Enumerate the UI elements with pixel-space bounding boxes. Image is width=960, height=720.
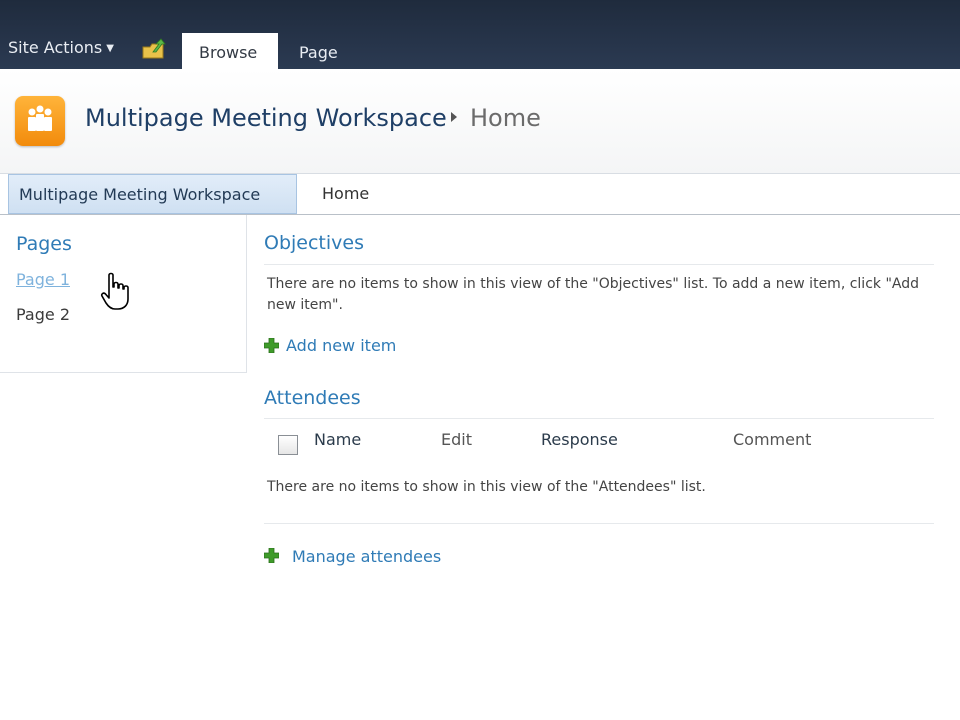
divider: [264, 264, 934, 265]
breadcrumb-arrow-icon: [451, 112, 457, 122]
divider: [264, 523, 934, 524]
plus-icon[interactable]: [264, 548, 279, 563]
objectives-title[interactable]: Objectives: [264, 232, 364, 254]
site-actions-menu[interactable]: Site Actions ▼: [8, 38, 114, 57]
pages-heading: Pages: [16, 233, 72, 255]
tab-page[interactable]: Page: [282, 33, 355, 69]
tab-page-label: Page: [299, 43, 338, 62]
page-title: Home: [470, 104, 541, 132]
top-link-bar: Multipage Meeting Workspace Home: [0, 173, 960, 215]
page-2-link[interactable]: Page 2: [16, 305, 70, 324]
site-logo-icon[interactable]: [15, 96, 65, 146]
tab-browse[interactable]: Browse: [182, 33, 278, 69]
page-1-link[interactable]: Page 1: [16, 270, 70, 289]
add-new-item-link[interactable]: Add new item: [286, 336, 396, 355]
ribbon: Site Actions ▼ Browse Page: [0, 0, 960, 69]
column-header-response[interactable]: Response: [541, 430, 618, 449]
column-header-edit: Edit: [441, 430, 472, 449]
attendees-empty-text: There are no items to show in this view …: [267, 479, 706, 495]
column-header-name[interactable]: Name: [314, 430, 361, 449]
navigate-up-icon[interactable]: [141, 38, 167, 60]
attendees-title[interactable]: Attendees: [264, 387, 361, 409]
manage-attendees-link[interactable]: Manage attendees: [292, 547, 441, 566]
site-title-link[interactable]: Multipage Meeting Workspace: [85, 104, 447, 132]
select-all-checkbox[interactable]: [278, 435, 298, 455]
hand-cursor-icon: [100, 272, 129, 310]
topnav-item-workspace[interactable]: Multipage Meeting Workspace: [8, 174, 297, 214]
divider: [264, 418, 934, 419]
objectives-empty-text: There are no items to show in this view …: [267, 276, 919, 313]
topnav-item-home[interactable]: Home: [312, 174, 379, 214]
dropdown-caret-icon: ▼: [106, 43, 114, 54]
column-header-comment[interactable]: Comment: [733, 430, 811, 449]
plus-icon[interactable]: [264, 338, 279, 353]
tab-browse-label: Browse: [199, 43, 258, 62]
topnav-item-label: Home: [322, 184, 370, 203]
site-actions-label: Site Actions: [8, 38, 103, 57]
title-area: Multipage Meeting Workspace Home: [0, 69, 960, 173]
topnav-item-label: Multipage Meeting Workspace: [19, 185, 261, 204]
